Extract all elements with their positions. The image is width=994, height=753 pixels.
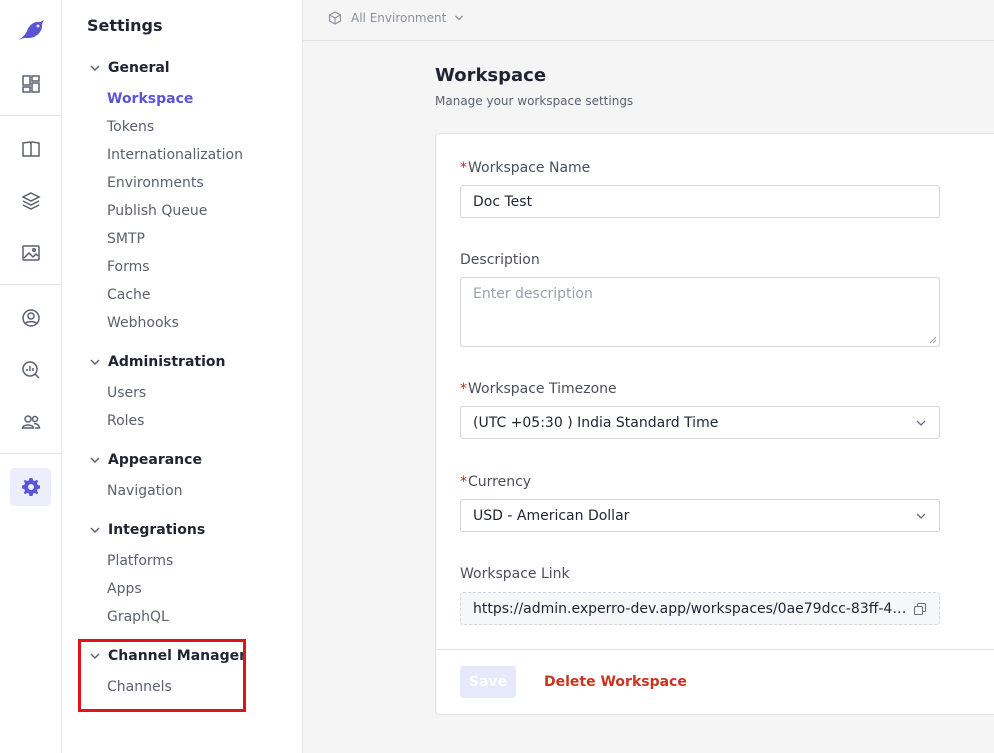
chevron-down-icon [916, 513, 926, 519]
chevron-down-icon [90, 527, 100, 533]
user-circle-icon[interactable] [10, 299, 51, 337]
logo-bird-icon[interactable] [10, 12, 51, 50]
users-icon[interactable] [10, 403, 51, 441]
workspace-link-label: Workspace Link [460, 566, 570, 582]
gear-icon[interactable] [10, 468, 51, 506]
sidebar-item-roles[interactable]: Roles [107, 413, 144, 429]
group-general[interactable]: General [89, 60, 170, 76]
dashboard-icon[interactable] [10, 65, 51, 103]
analytics-icon[interactable] [10, 351, 51, 389]
chevron-down-icon [90, 457, 100, 463]
annotation-highlight-box [78, 639, 246, 712]
currency-label: *Currency [460, 474, 532, 490]
sidebar-item-webhooks[interactable]: Webhooks [107, 315, 179, 331]
sidebar-item-internationalization[interactable]: Internationalization [107, 147, 243, 163]
group-appearance[interactable]: Appearance [89, 452, 202, 468]
sidebar-item-publish-queue[interactable]: Publish Queue [107, 203, 207, 219]
description-label: Description [460, 252, 540, 268]
workspace-name-label: *Workspace Name [460, 160, 591, 176]
sidebar-item-environments[interactable]: Environments [107, 175, 204, 191]
delete-workspace-button[interactable]: Delete Workspace [544, 674, 687, 690]
layers-icon[interactable] [10, 182, 51, 220]
timezone-label: *Workspace Timezone [460, 381, 617, 397]
book-icon[interactable] [10, 130, 51, 168]
environment-selector[interactable]: All Environment [328, 11, 473, 25]
sidebar-item-cache[interactable]: Cache [107, 287, 151, 303]
chevron-down-icon [916, 420, 926, 426]
currency-select[interactable]: USD - American Dollar [460, 499, 940, 532]
environment-label: All Environment [351, 11, 447, 25]
cube-icon [328, 11, 342, 25]
resize-handle-icon[interactable] [929, 336, 937, 344]
description-placeholder: Enter description [473, 286, 593, 302]
page-title: Workspace [435, 65, 547, 86]
workspace-name-input[interactable]: Doc Test [460, 185, 940, 218]
top-bar: All Environment [303, 0, 994, 41]
sidebar-item-workspace[interactable]: Workspace [107, 91, 193, 107]
sidebar-item-forms[interactable]: Forms [107, 259, 150, 275]
sidebar-item-navigation[interactable]: Navigation [107, 483, 183, 499]
save-button[interactable]: Save [460, 666, 516, 698]
workspace-link-field: https://admin.experro-dev.app/workspaces… [460, 592, 940, 625]
sidebar-item-apps[interactable]: Apps [107, 581, 142, 597]
page-subtitle: Manage your workspace settings [435, 94, 634, 108]
sidebar-item-users[interactable]: Users [107, 385, 146, 401]
copy-icon[interactable] [913, 602, 927, 616]
sidebar-item-graphql[interactable]: GraphQL [107, 609, 169, 625]
sidebar-title: Settings [87, 16, 163, 35]
group-administration[interactable]: Administration [89, 354, 225, 370]
icon-rail [0, 0, 62, 753]
card-footer-divider [435, 649, 994, 650]
chevron-down-icon [90, 65, 100, 71]
group-integrations[interactable]: Integrations [89, 522, 205, 538]
sidebar-item-smtp[interactable]: SMTP [107, 231, 145, 247]
image-icon[interactable] [10, 234, 51, 272]
timezone-select[interactable]: (UTC +05:30 ) India Standard Time [460, 406, 940, 439]
chevron-down-icon [455, 15, 464, 21]
description-textarea[interactable]: Enter description [460, 277, 940, 347]
chevron-down-icon [90, 359, 100, 365]
sidebar-item-platforms[interactable]: Platforms [107, 553, 173, 569]
sidebar-item-tokens[interactable]: Tokens [107, 119, 154, 135]
